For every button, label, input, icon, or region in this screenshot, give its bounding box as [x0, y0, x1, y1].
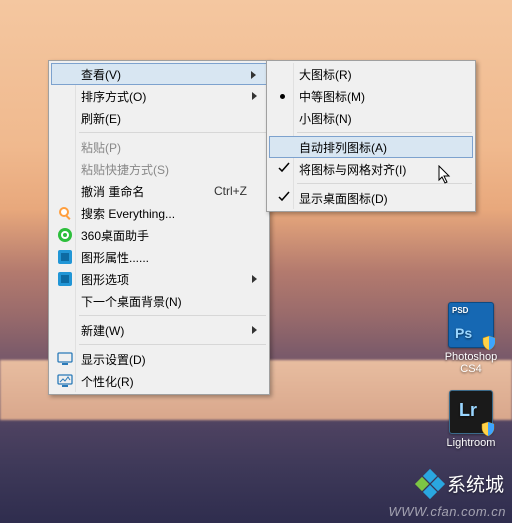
menu-label: 下一个桌面背景(N): [81, 293, 182, 310]
chevron-right-icon: [251, 325, 259, 335]
search-icon: [57, 205, 73, 221]
chevron-right-icon: [251, 274, 259, 284]
menu-label: 小图标(N): [299, 110, 352, 127]
menu-item-everything[interactable]: 搜索 Everything...: [51, 202, 267, 224]
check-icon: [278, 191, 290, 203]
logo-diamond-icon: [417, 471, 443, 497]
menu-label: 个性化(R): [81, 373, 134, 390]
menu-label: 查看(V): [81, 66, 121, 83]
menu-item-personalize[interactable]: 个性化(R): [51, 370, 267, 392]
display-icon: [57, 351, 73, 367]
check-icon: [278, 162, 290, 174]
menu-label: 排序方式(O): [81, 88, 146, 105]
menu-item-graphics-props[interactable]: 图形属性......: [51, 246, 267, 268]
radio-dot-icon: [280, 94, 285, 99]
menu-item-undo[interactable]: 撤消 重命名 Ctrl+Z: [51, 180, 267, 202]
menu-item-sort[interactable]: 排序方式(O): [51, 85, 267, 107]
menu-separator: [79, 315, 266, 316]
menu-label: 显示桌面图标(D): [299, 190, 388, 207]
chevron-right-icon: [251, 91, 259, 101]
menu-label: 自动排列图标(A): [299, 139, 387, 156]
logo-text: 系统城: [447, 470, 504, 497]
menu-label: 撤消 重命名: [81, 183, 144, 200]
psd-file-icon: [448, 302, 494, 348]
menu-item-paste-shortcut: 粘贴快捷方式(S): [51, 158, 267, 180]
submenu-item-small-icons[interactable]: 小图标(N): [269, 107, 473, 129]
menu-label: 粘贴快捷方式(S): [81, 161, 169, 178]
view-submenu: 大图标(R) 中等图标(M) 小图标(N) 自动排列图标(A) 将图标与网格对齐…: [266, 60, 476, 212]
lightroom-app-icon: [449, 390, 493, 434]
intel-icon: [57, 271, 73, 287]
menu-label: 大图标(R): [299, 66, 352, 83]
menu-item-next-bg[interactable]: 下一个桌面背景(N): [51, 290, 267, 312]
menu-separator: [79, 344, 266, 345]
desktop-icon-photoshop[interactable]: Photoshop CS4: [436, 302, 506, 375]
menu-item-360[interactable]: 360桌面助手: [51, 224, 267, 246]
desktop[interactable]: Photoshop CS4 Lightroom 查看(V) 排序方式(O) 刷新…: [0, 0, 512, 523]
menu-label: 新建(W): [81, 322, 124, 339]
watermark-text: WWW.cfan.com.cn: [388, 504, 506, 519]
uac-shield-icon: [481, 335, 497, 351]
menu-label: 刷新(E): [81, 110, 121, 127]
personalize-icon: [57, 373, 73, 389]
submenu-item-auto-arrange[interactable]: 自动排列图标(A): [269, 136, 473, 158]
site-logo: 系统城: [417, 470, 504, 497]
desktop-icon-label: Lightroom: [436, 437, 506, 449]
menu-separator: [297, 132, 472, 133]
desktop-context-menu: 查看(V) 排序方式(O) 刷新(E) 粘贴(P) 粘贴快捷方式(S) 撤消 重…: [48, 60, 270, 395]
uac-shield-icon: [480, 421, 496, 437]
menu-shortcut: Ctrl+Z: [214, 184, 247, 198]
desktop-icon-lightroom[interactable]: Lightroom: [436, 390, 506, 449]
submenu-item-show-icons[interactable]: 显示桌面图标(D): [269, 187, 473, 209]
menu-label: 中等图标(M): [299, 88, 365, 105]
menu-label: 搜索 Everything...: [81, 205, 175, 222]
menu-label: 图形选项: [81, 271, 129, 288]
menu-separator: [297, 183, 472, 184]
desktop-icon-label: Photoshop CS4: [436, 351, 506, 375]
submenu-item-align-grid[interactable]: 将图标与网格对齐(I): [269, 158, 473, 180]
menu-label: 显示设置(D): [81, 351, 146, 368]
menu-separator: [79, 132, 266, 133]
360-icon: [57, 227, 73, 243]
menu-item-refresh[interactable]: 刷新(E): [51, 107, 267, 129]
menu-label: 粘贴(P): [81, 139, 121, 156]
menu-item-view[interactable]: 查看(V): [51, 63, 267, 85]
menu-label: 360桌面助手: [81, 227, 149, 244]
menu-item-paste: 粘贴(P): [51, 136, 267, 158]
submenu-item-large-icons[interactable]: 大图标(R): [269, 63, 473, 85]
intel-icon: [57, 249, 73, 265]
submenu-item-medium-icons[interactable]: 中等图标(M): [269, 85, 473, 107]
menu-label: 图形属性......: [81, 249, 149, 266]
menu-item-graphics-options[interactable]: 图形选项: [51, 268, 267, 290]
menu-item-display-settings[interactable]: 显示设置(D): [51, 348, 267, 370]
menu-label: 将图标与网格对齐(I): [299, 161, 406, 178]
menu-item-new[interactable]: 新建(W): [51, 319, 267, 341]
chevron-right-icon: [250, 70, 258, 80]
